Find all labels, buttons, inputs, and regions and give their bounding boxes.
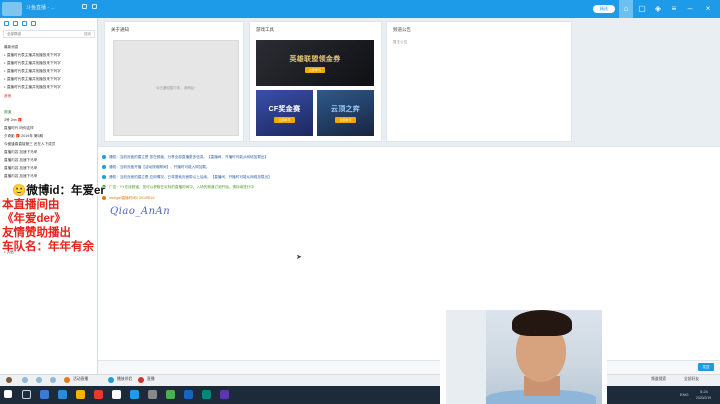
edge-icon[interactable] [58, 390, 67, 399]
sidebar-item[interactable]: 直播时代表主播并找播放来下列字 [4, 77, 61, 82]
sidebar-room-label[interactable]: 频道 [4, 110, 11, 115]
notice-empty-text: 暂无公告 [393, 40, 408, 44]
sidebar-group-header[interactable]: 最新消息 [4, 45, 18, 50]
chat-message: 通知：当前页面的建立是 您在频道，分享全部直播更多信息。【直播间，开播时可能从网… [102, 155, 268, 160]
room-item[interactable]: 今盛逢春直接第三 还在人下成员 [4, 142, 55, 147]
room-item[interactable]: 直播时代 吗你这样 [4, 126, 34, 131]
contacts-icon[interactable] [4, 21, 9, 26]
toolbar-item-friends[interactable]: 全部好友 [684, 377, 699, 382]
chat-input[interactable] [98, 360, 720, 374]
language-indicator[interactable]: ENG [680, 392, 689, 397]
taskview-icon[interactable] [40, 390, 49, 399]
sidebar-item[interactable]: 直播时代表主播并找播放来下列字 [4, 61, 61, 66]
live-card-title: 关于通知 [111, 27, 129, 32]
chat-message: 广告：YY在线频道，您可以获取在实际的直播时间中，入场的频道订阅开始，请持续进行… [102, 185, 254, 190]
notice-card: 频道公告 暂无公告 [386, 21, 572, 142]
live-placeholder: 今日通知暂时未，请稍后~ [113, 40, 239, 136]
app-icon[interactable] [202, 390, 211, 399]
lol-banner[interactable]: 英雄联盟领金券 立即参与 [256, 40, 374, 86]
tft-banner[interactable]: 云顶之弈 立即参与 [317, 90, 374, 136]
notice-card-title: 频道公告 [393, 27, 411, 32]
room-item[interactable]: 直播内容 加速下马甲 [4, 150, 37, 155]
explorer-icon[interactable] [76, 390, 85, 399]
yy-icon[interactable] [130, 390, 139, 399]
toolbar-item-live[interactable]: 直播 [147, 377, 155, 382]
chat-message: 通知：当前页面的建立是 应用情况，已将搜索页面带以上后续。【直播间，开播时可能从… [102, 175, 272, 180]
toolbar-item-companion[interactable]: 播放伴侣 [117, 377, 132, 382]
room-item[interactable]: 直播内容 加速下马甲 [4, 166, 37, 171]
clock-time[interactable]: 5:24 [700, 389, 708, 394]
toolbar-item-search[interactable]: 频道搜索 [651, 377, 666, 382]
chat-message: nicegarl直播时间2 2019年16 [102, 196, 155, 201]
companion-icon[interactable] [108, 377, 114, 383]
tft-join-button[interactable]: 立即参与 [335, 116, 356, 123]
close-icon[interactable]: × [701, 0, 715, 18]
expand-icon[interactable] [82, 4, 87, 9]
lol-join-button[interactable]: 立即参与 [304, 66, 325, 73]
cf-join-button[interactable]: 立即参与 [274, 116, 295, 123]
speaker-icon[interactable] [36, 377, 42, 383]
chat-button[interactable]: ▢ [635, 0, 649, 18]
record-icon[interactable] [138, 377, 144, 383]
clock-date[interactable]: 2020/2/19 [696, 396, 711, 400]
live-icon[interactable] [64, 377, 70, 383]
search-icon[interactable] [22, 390, 31, 399]
minimize-icon[interactable]: – [683, 0, 697, 18]
room-item[interactable]: 3号 2nn 🎁 [4, 118, 22, 123]
settings-icon[interactable] [50, 377, 56, 383]
handwritten-name: Qiao_AnAn [110, 206, 171, 217]
featured-pill[interactable]: 精选 [593, 5, 615, 13]
cf-banner[interactable]: CF奖金赛 立即参与 [256, 90, 313, 136]
user-avatar-icon[interactable] [6, 377, 12, 383]
send-button[interactable]: 发送 [698, 363, 714, 371]
chat-message: 通知：当前页面开播【活动搜索期间】，开播时可能入网加载。 [102, 165, 210, 170]
share-icon[interactable] [92, 4, 97, 9]
app-icon[interactable] [220, 390, 229, 399]
app-icon[interactable] [94, 390, 103, 399]
sidebar-sub-label[interactable]: 其他 [4, 94, 11, 99]
windows-taskbar [0, 386, 720, 404]
webcam-feed-image [446, 310, 602, 404]
game-card-title: 游戏工具 [256, 27, 274, 32]
sidebar-search-input[interactable]: 全部群组 搜索 [3, 30, 95, 38]
sidebar-item[interactable]: 直播时代表主播并找播放来下列字 [4, 85, 61, 90]
app-avatar-icon[interactable] [2, 2, 22, 16]
group-icon[interactable] [13, 21, 18, 26]
mouse-cursor-icon: ➤ [296, 254, 302, 261]
app-icon[interactable] [148, 390, 157, 399]
history-icon[interactable] [31, 21, 36, 26]
sidebar-item[interactable]: 直播时代表主播并找播放来下列字 [4, 69, 61, 74]
room-item[interactable]: 直播内容 加速下马甲 [4, 174, 37, 179]
chrome-icon[interactable] [112, 390, 121, 399]
sidebar-item[interactable]: 直播时代表主播并找播放来下列字 [4, 53, 61, 58]
home-button[interactable]: ⌂ [619, 0, 633, 18]
mic-icon[interactable] [22, 377, 28, 383]
room-item[interactable]: 直播内容 加速下马甲 [4, 158, 37, 163]
toolbar-item-activity[interactable]: 活动直播 [73, 377, 88, 382]
gift-button[interactable]: ◈ [651, 0, 665, 18]
window-title: 斗鱼直播 - ... [26, 5, 55, 11]
windows-start-icon[interactable] [4, 390, 12, 398]
room-item[interactable]: 夕奇影 🎁 2019年 第5期 [4, 134, 43, 139]
sidebar-toolbar [4, 21, 36, 26]
menu-icon[interactable]: ≡ [667, 0, 681, 18]
app-icon[interactable] [184, 390, 193, 399]
app-icon[interactable] [166, 390, 175, 399]
channel-icon[interactable] [22, 21, 27, 26]
overlay-line: 车队名：年年有余 [2, 241, 94, 253]
